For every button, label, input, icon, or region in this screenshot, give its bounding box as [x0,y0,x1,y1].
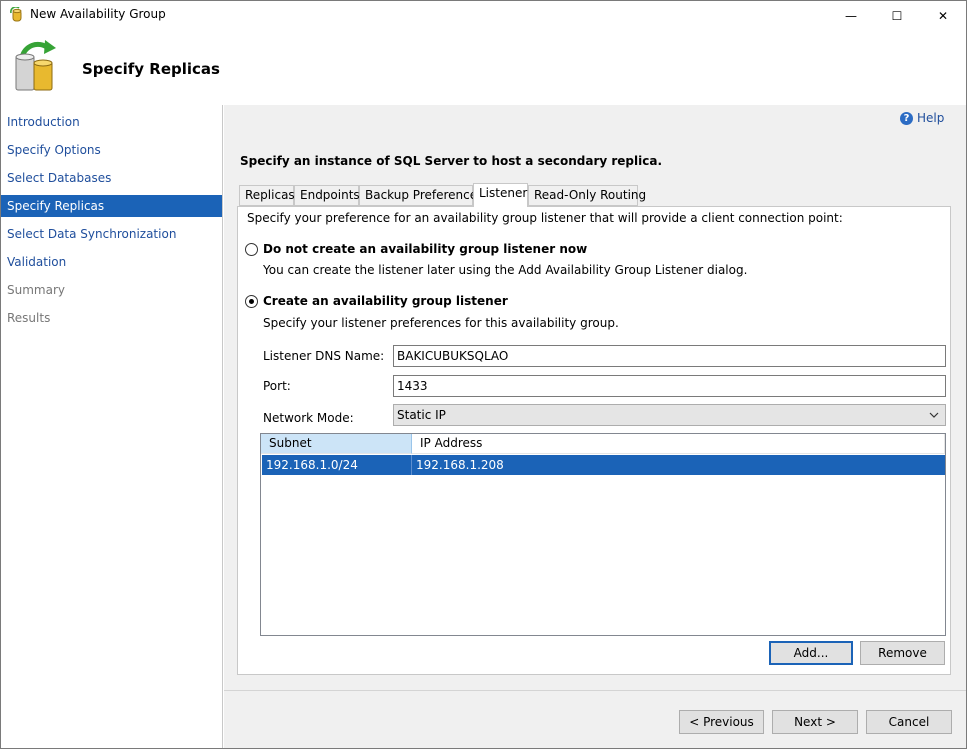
column-header-subnet[interactable]: Subnet [261,434,412,454]
help-icon: ? [900,111,913,125]
dns-name-input[interactable]: BAKICUBUKSQLAO [393,345,946,367]
no-listener-label[interactable]: Do not create an availability group list… [263,242,587,256]
page-title: Specify Replicas [82,60,220,78]
nav-item-specify-options[interactable]: Specify Options [1,139,222,161]
port-input[interactable]: 1433 [393,375,946,397]
help-label: Help [917,111,945,125]
tab-endpoints[interactable]: Endpoints [294,185,360,206]
listener-description: Specify your preference for an availabil… [247,211,843,225]
network-mode-value: Static IP [397,408,446,422]
nav-item-select-data-synchronization[interactable]: Select Data Synchronization [1,223,222,245]
remove-button[interactable]: Remove [860,641,945,665]
close-icon: ✕ [937,9,949,23]
minimize-button[interactable]: — [828,1,874,31]
instruction-text: Specify an instance of SQL Server to hos… [240,154,663,168]
chevron-down-icon [929,405,939,431]
nav-item-specify-replicas[interactable]: Specify Replicas [1,195,222,217]
nav-item-results: Results [7,311,51,325]
close-button[interactable]: ✕ [920,1,966,31]
app-icon [9,6,25,23]
tab-read-only-routing[interactable]: Read-Only Routing [528,185,646,206]
cell-subnet[interactable]: 192.168.1.0/24 [262,455,412,475]
add-button[interactable]: Add... [769,641,853,665]
tab-replicas[interactable]: Replicas [239,185,295,206]
tab-listener[interactable]: Listener [473,183,528,207]
network-mode-label: Network Mode: [263,411,354,425]
nav-item-summary: Summary [7,283,65,297]
maximize-icon: ☐ [891,9,903,23]
no-listener-hint: You can create the listener later using … [263,263,748,277]
window-title: New Availability Group [30,7,166,21]
network-mode-select[interactable]: Static IP [393,404,946,426]
maximize-button[interactable]: ☐ [874,1,920,31]
table-row[interactable]: 192.168.1.0/24 192.168.1.208 [262,455,945,475]
footer-divider [224,690,966,691]
ip-address-grid: Subnet IP Address 192.168.1.0/24 192.168… [260,433,946,636]
dns-name-label: Listener DNS Name: [263,349,385,363]
column-header-ip-address[interactable]: IP Address [412,434,945,454]
tab-backup-preferences[interactable]: Backup Preferences [359,185,483,206]
nav-item-select-databases[interactable]: Select Databases [1,167,222,189]
cell-ip-address[interactable]: 192.168.1.208 [412,455,945,475]
create-listener-label[interactable]: Create an availability group listener [263,294,508,308]
radio-create-listener[interactable] [245,295,258,308]
create-listener-hint: Specify your listener preferences for th… [263,316,619,330]
previous-button[interactable]: < Previous [679,710,764,734]
nav-item-validation[interactable]: Validation [1,251,222,273]
port-label: Port: [263,379,291,393]
help-link[interactable]: ? Help [900,111,944,125]
radio-no-listener[interactable] [245,243,258,256]
minimize-icon: — [845,9,857,23]
nav-item-introduction[interactable]: Introduction [1,111,222,133]
database-refresh-icon [12,38,62,94]
cancel-button[interactable]: Cancel [866,710,952,734]
next-button[interactable]: Next > [772,710,858,734]
